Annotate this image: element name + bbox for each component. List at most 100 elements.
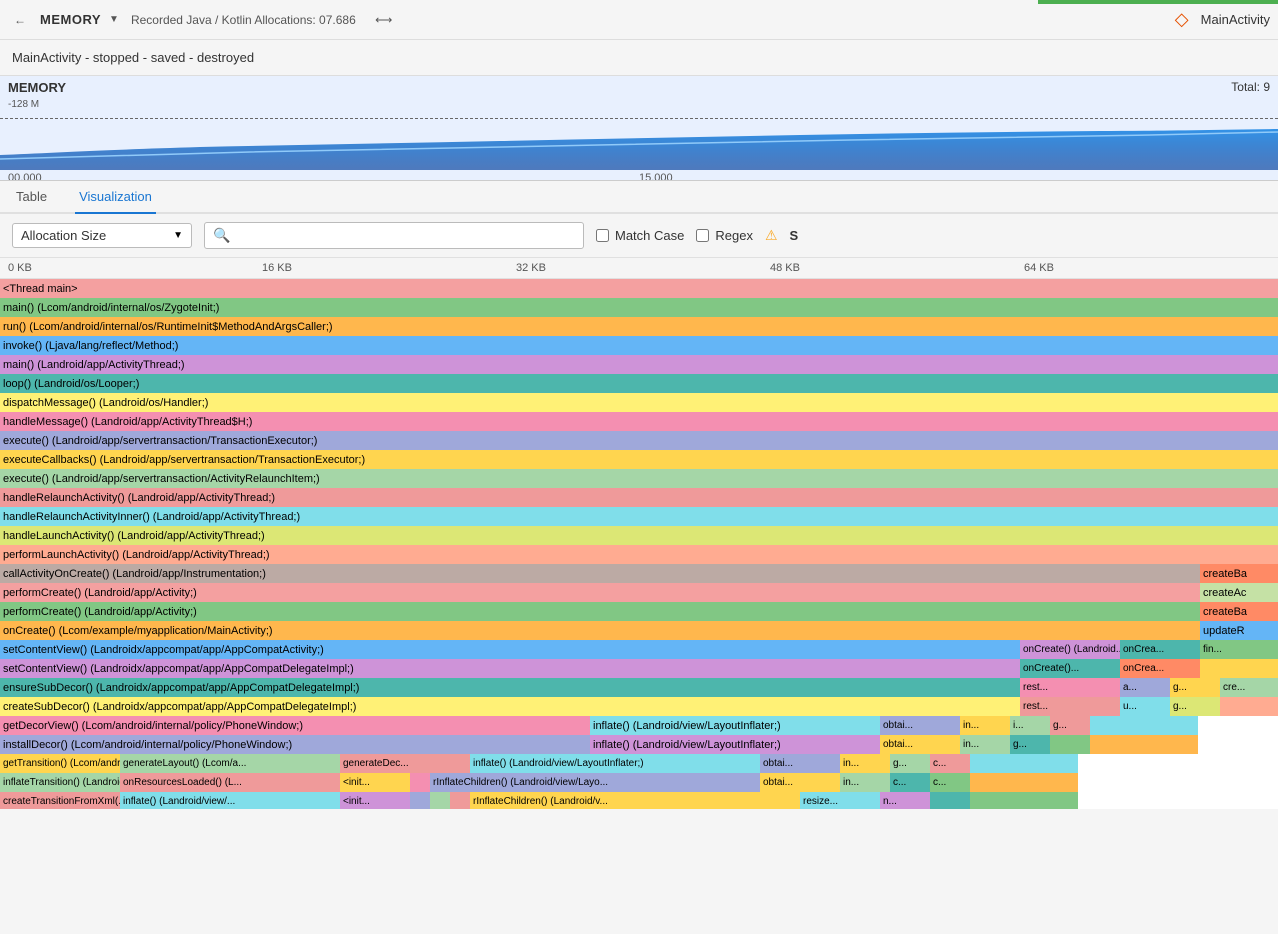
flame-row-13[interactable]: handleRelaunchActivityInner() (Landroid/… xyxy=(0,507,1278,526)
flame-row-4[interactable]: invoke() (Ljava/lang/reflect/Method;) xyxy=(0,336,1278,355)
flame-cell-17a: performCreate() (Landroid/app/Activity;) xyxy=(0,583,1200,602)
flame-row-27[interactable]: inflateTransition() (Landroid... onResou… xyxy=(0,773,1278,792)
tab-table[interactable]: Table xyxy=(12,181,51,214)
flame-row-11[interactable]: execute() (Landroid/app/servertransactio… xyxy=(0,469,1278,488)
flame-cell-20a: setContentView() (Landroidx/appcompat/ap… xyxy=(0,640,1020,659)
flame-cell-24b: inflate() (Landroid/view/LayoutInflater;… xyxy=(590,716,880,735)
flame-cell-7: dispatchMessage() (Landroid/os/Handler;) xyxy=(0,393,1278,412)
flame-cell-28g: rInflateChildren() (Landroid/v... xyxy=(470,792,800,809)
flame-cell-27e: rInflateChildren() (Landroid/view/Layo..… xyxy=(430,773,760,792)
flame-row-18[interactable]: performCreate() (Landroid/app/Activity;)… xyxy=(0,602,1278,621)
size-ruler: 0 KB 16 KB 32 KB 48 KB 64 KB xyxy=(0,258,1278,279)
flame-row-25[interactable]: installDecor() (Lcom/android/internal/po… xyxy=(0,735,1278,754)
flame-cell-25e: g... xyxy=(1010,735,1050,754)
flame-cell-23e xyxy=(1220,697,1278,716)
flame-cell-28a: createTransitionFromXml(... xyxy=(0,792,120,809)
viz-area[interactable]: <Thread main> main() (Lcom/android/inter… xyxy=(0,279,1278,809)
fit-button[interactable]: ⟷ xyxy=(372,8,396,32)
flame-row-8[interactable]: handleMessage() (Landroid/app/ActivityTh… xyxy=(0,412,1278,431)
ruler-0kb: 0 KB xyxy=(8,262,262,274)
flame-row-10[interactable]: executeCallbacks() (Landroid/app/servert… xyxy=(0,450,1278,469)
flame-row-2[interactable]: main() (Lcom/android/internal/os/ZygoteI… xyxy=(0,298,1278,317)
flame-cell-14: handleLaunchActivity() (Landroid/app/Act… xyxy=(0,526,1278,545)
flame-cell-25f xyxy=(1050,735,1090,754)
flame-cell-2: main() (Lcom/android/internal/os/ZygoteI… xyxy=(0,298,1278,317)
match-case-checkbox[interactable] xyxy=(596,229,609,242)
flame-cell-25g xyxy=(1090,735,1198,754)
time-mid: 15.000 xyxy=(639,172,673,181)
flame-cell-27j xyxy=(970,773,1078,792)
memory-timeline: 00.000 15.000 xyxy=(0,170,1278,181)
flame-cell-thread-main: <Thread main> xyxy=(0,279,1278,298)
flame-row-7[interactable]: dispatchMessage() (Landroid/os/Handler;) xyxy=(0,393,1278,412)
memory-total: Total: 9 xyxy=(1231,80,1270,95)
allocation-dropdown[interactable]: Allocation Size ▼ xyxy=(12,223,192,248)
diamond-icon: ◇ xyxy=(1175,9,1189,30)
flame-cell-15: performLaunchActivity() (Landroid/app/Ac… xyxy=(0,545,1278,564)
back-button[interactable]: ← xyxy=(8,8,32,32)
flame-row-16[interactable]: callActivityOnCreate() (Landroid/app/Ins… xyxy=(0,564,1278,583)
regex-checkbox[interactable] xyxy=(696,229,709,242)
tab-visualization[interactable]: Visualization xyxy=(75,181,156,214)
flame-cell-28j xyxy=(930,792,970,809)
flame-cell-28f xyxy=(450,792,470,809)
flame-cell-24e: i... xyxy=(1010,716,1050,735)
flame-cell-10: executeCallbacks() (Landroid/app/servert… xyxy=(0,450,1278,469)
search-input[interactable] xyxy=(234,229,575,243)
flame-cell-21a: setContentView() (Landroidx/appcompat/ap… xyxy=(0,659,1020,678)
flame-cell-23b: rest... xyxy=(1020,697,1120,716)
flame-cell-24d: in... xyxy=(960,716,1010,735)
regex-group: Regex xyxy=(696,228,753,243)
flame-row-15[interactable]: performLaunchActivity() (Landroid/app/Ac… xyxy=(0,545,1278,564)
memory-label: MEMORY xyxy=(8,80,66,95)
breadcrumb: Recorded Java / Kotlin Allocations: 07.6… xyxy=(131,13,356,27)
flame-cell-22c: a... xyxy=(1120,678,1170,697)
flame-cell-20c: onCrea... xyxy=(1120,640,1200,659)
flame-cell-26c: generateDec... xyxy=(340,754,470,773)
flame-row-9[interactable]: execute() (Landroid/app/servertransactio… xyxy=(0,431,1278,450)
flame-cell-27b: onResourcesLoaded() (L... xyxy=(120,773,340,792)
flame-cell-27a: inflateTransition() (Landroid... xyxy=(0,773,120,792)
flame-row-28[interactable]: createTransitionFromXml(... inflate() (L… xyxy=(0,792,1278,809)
tabs-bar: Table Visualization xyxy=(0,181,1278,214)
flame-cell-25a: installDecor() (Lcom/android/internal/po… xyxy=(0,735,590,754)
memory-dropdown[interactable]: ▼ xyxy=(109,14,119,25)
flame-row-thread-main[interactable]: <Thread main> xyxy=(0,279,1278,298)
flame-cell-25c: obtai... xyxy=(880,735,960,754)
flame-cell-27f: obtai... xyxy=(760,773,840,792)
flame-row-23[interactable]: createSubDecor() (Landroidx/appcompat/ap… xyxy=(0,697,1278,716)
flame-cell-24g xyxy=(1090,716,1198,735)
flame-cell-26a: getTransition() (Lcom/andr... xyxy=(0,754,120,773)
flame-cell-23d: g... xyxy=(1170,697,1220,716)
match-case-group: Match Case xyxy=(596,228,684,243)
flame-row-22[interactable]: ensureSubDecor() (Landroidx/appcompat/ap… xyxy=(0,678,1278,697)
flame-row-12[interactable]: handleRelaunchActivity() (Landroid/app/A… xyxy=(0,488,1278,507)
flame-cell-9: execute() (Landroid/app/servertransactio… xyxy=(0,431,1278,450)
flame-row-6[interactable]: loop() (Landroid/os/Looper;) xyxy=(0,374,1278,393)
flame-row-20[interactable]: setContentView() (Landroidx/appcompat/ap… xyxy=(0,640,1278,659)
flame-cell-6: loop() (Landroid/os/Looper;) xyxy=(0,374,1278,393)
flame-row-26[interactable]: getTransition() (Lcom/andr... generateLa… xyxy=(0,754,1278,773)
flame-cell-8: handleMessage() (Landroid/app/ActivityTh… xyxy=(0,412,1278,431)
flame-cell-23c: u... xyxy=(1120,697,1170,716)
activity-name: MainActivity xyxy=(1201,12,1270,27)
warning-icon: ⚠ xyxy=(765,227,778,244)
flame-cell-5: main() (Landroid/app/ActivityThread;) xyxy=(0,355,1278,374)
flame-row-3[interactable]: run() (Lcom/android/internal/os/RuntimeI… xyxy=(0,317,1278,336)
flame-row-14[interactable]: handleLaunchActivity() (Landroid/app/Act… xyxy=(0,526,1278,545)
back-icon: ← xyxy=(14,13,26,27)
flame-row-19[interactable]: onCreate() (Lcom/example/myapplication/M… xyxy=(0,621,1278,640)
flame-row-24[interactable]: getDecorView() (Lcom/android/internal/po… xyxy=(0,716,1278,735)
flame-row-5[interactable]: main() (Landroid/app/ActivityThread;) xyxy=(0,355,1278,374)
flame-cell-16b: createBa xyxy=(1200,564,1278,583)
flame-cell-26f: in... xyxy=(840,754,890,773)
flame-cell-28e xyxy=(430,792,450,809)
flame-cell-25d: in... xyxy=(960,735,1010,754)
flame-cell-21b: onCreate()... xyxy=(1020,659,1120,678)
flame-cell-22e: cre... xyxy=(1220,678,1278,697)
flame-cell-18b: createBa xyxy=(1200,602,1278,621)
flame-cell-4: invoke() (Ljava/lang/reflect/Method;) xyxy=(0,336,1278,355)
flame-row-21[interactable]: setContentView() (Landroidx/appcompat/ap… xyxy=(0,659,1278,678)
flame-row-17[interactable]: performCreate() (Landroid/app/Activity;)… xyxy=(0,583,1278,602)
allocation-dropdown-label: Allocation Size xyxy=(21,228,106,243)
